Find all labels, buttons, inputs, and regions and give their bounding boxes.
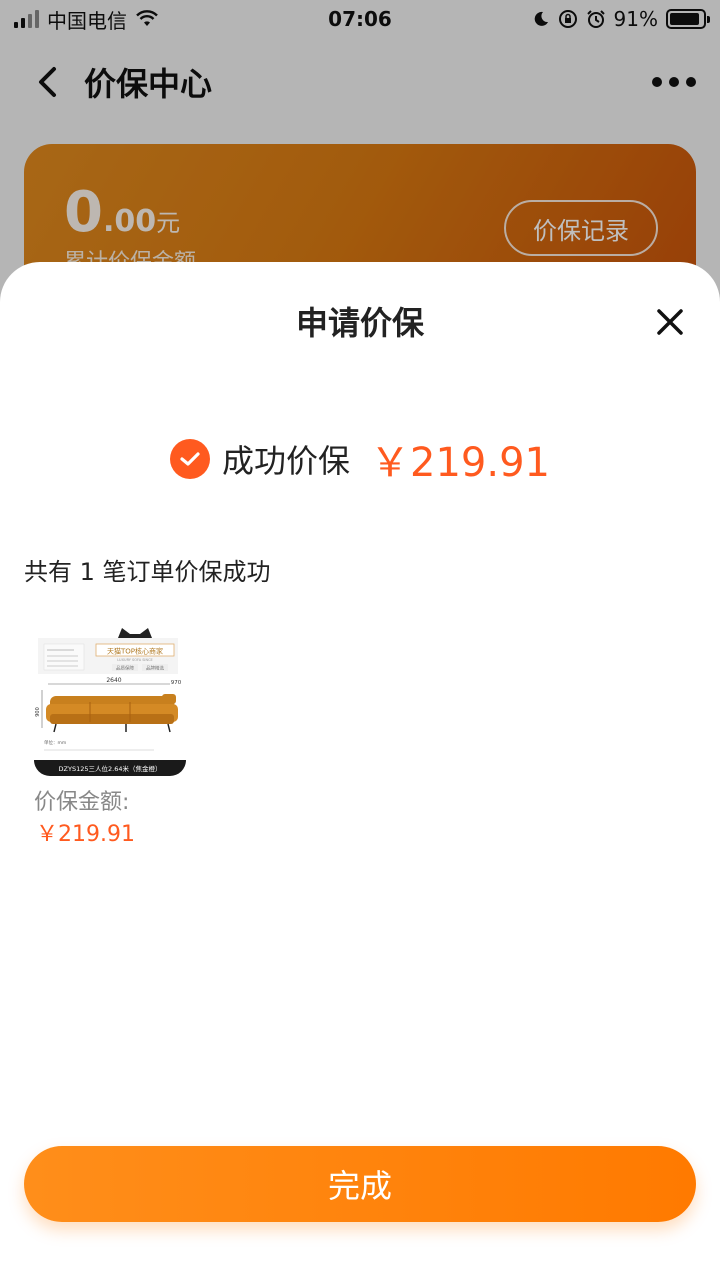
order-count-text: 共有 1 笔订单价保成功	[24, 558, 271, 586]
done-button[interactable]: 完成	[24, 1146, 696, 1222]
banner-text: 天猫TOP核心商家	[107, 647, 163, 656]
product-caption: DZYS125三人位2.64米（焦金橙）	[59, 764, 162, 773]
tag-1: 品质保障	[116, 665, 134, 672]
close-icon[interactable]	[650, 302, 690, 342]
height-dimension: 900	[35, 707, 41, 717]
product-amount: ￥219.91	[36, 822, 135, 847]
depth-dimension: 970	[171, 680, 182, 686]
check-icon	[170, 439, 210, 479]
tag-2: 品牌精选	[146, 665, 164, 672]
sheet-title: 申请价保	[295, 304, 424, 342]
success-row: 成功价保 ￥219.91	[0, 430, 720, 488]
product-image[interactable]: 天猫TOP核心商家 LUXURY SOFA SINCE 品质保障 品牌精选 26…	[34, 624, 186, 776]
product-amount-label: 价保金额:	[34, 790, 130, 815]
success-amount: ￥219.91	[370, 440, 550, 486]
screen: 中国电信 07:06 91% 价保中心 0 .00 元 价保记录 申请价保 成功…	[0, 0, 720, 1280]
success-label: 成功价保	[222, 442, 351, 480]
width-dimension: 2640	[106, 677, 121, 684]
banner-sub-text: LUXURY SOFA SINCE	[117, 658, 152, 662]
unit-note: 单位：mm	[44, 739, 66, 746]
apply-sheet: 申请价保 成功价保 ￥219.91 共有 1 笔订单价保成功 天猫TOP核心商家…	[0, 262, 720, 1280]
